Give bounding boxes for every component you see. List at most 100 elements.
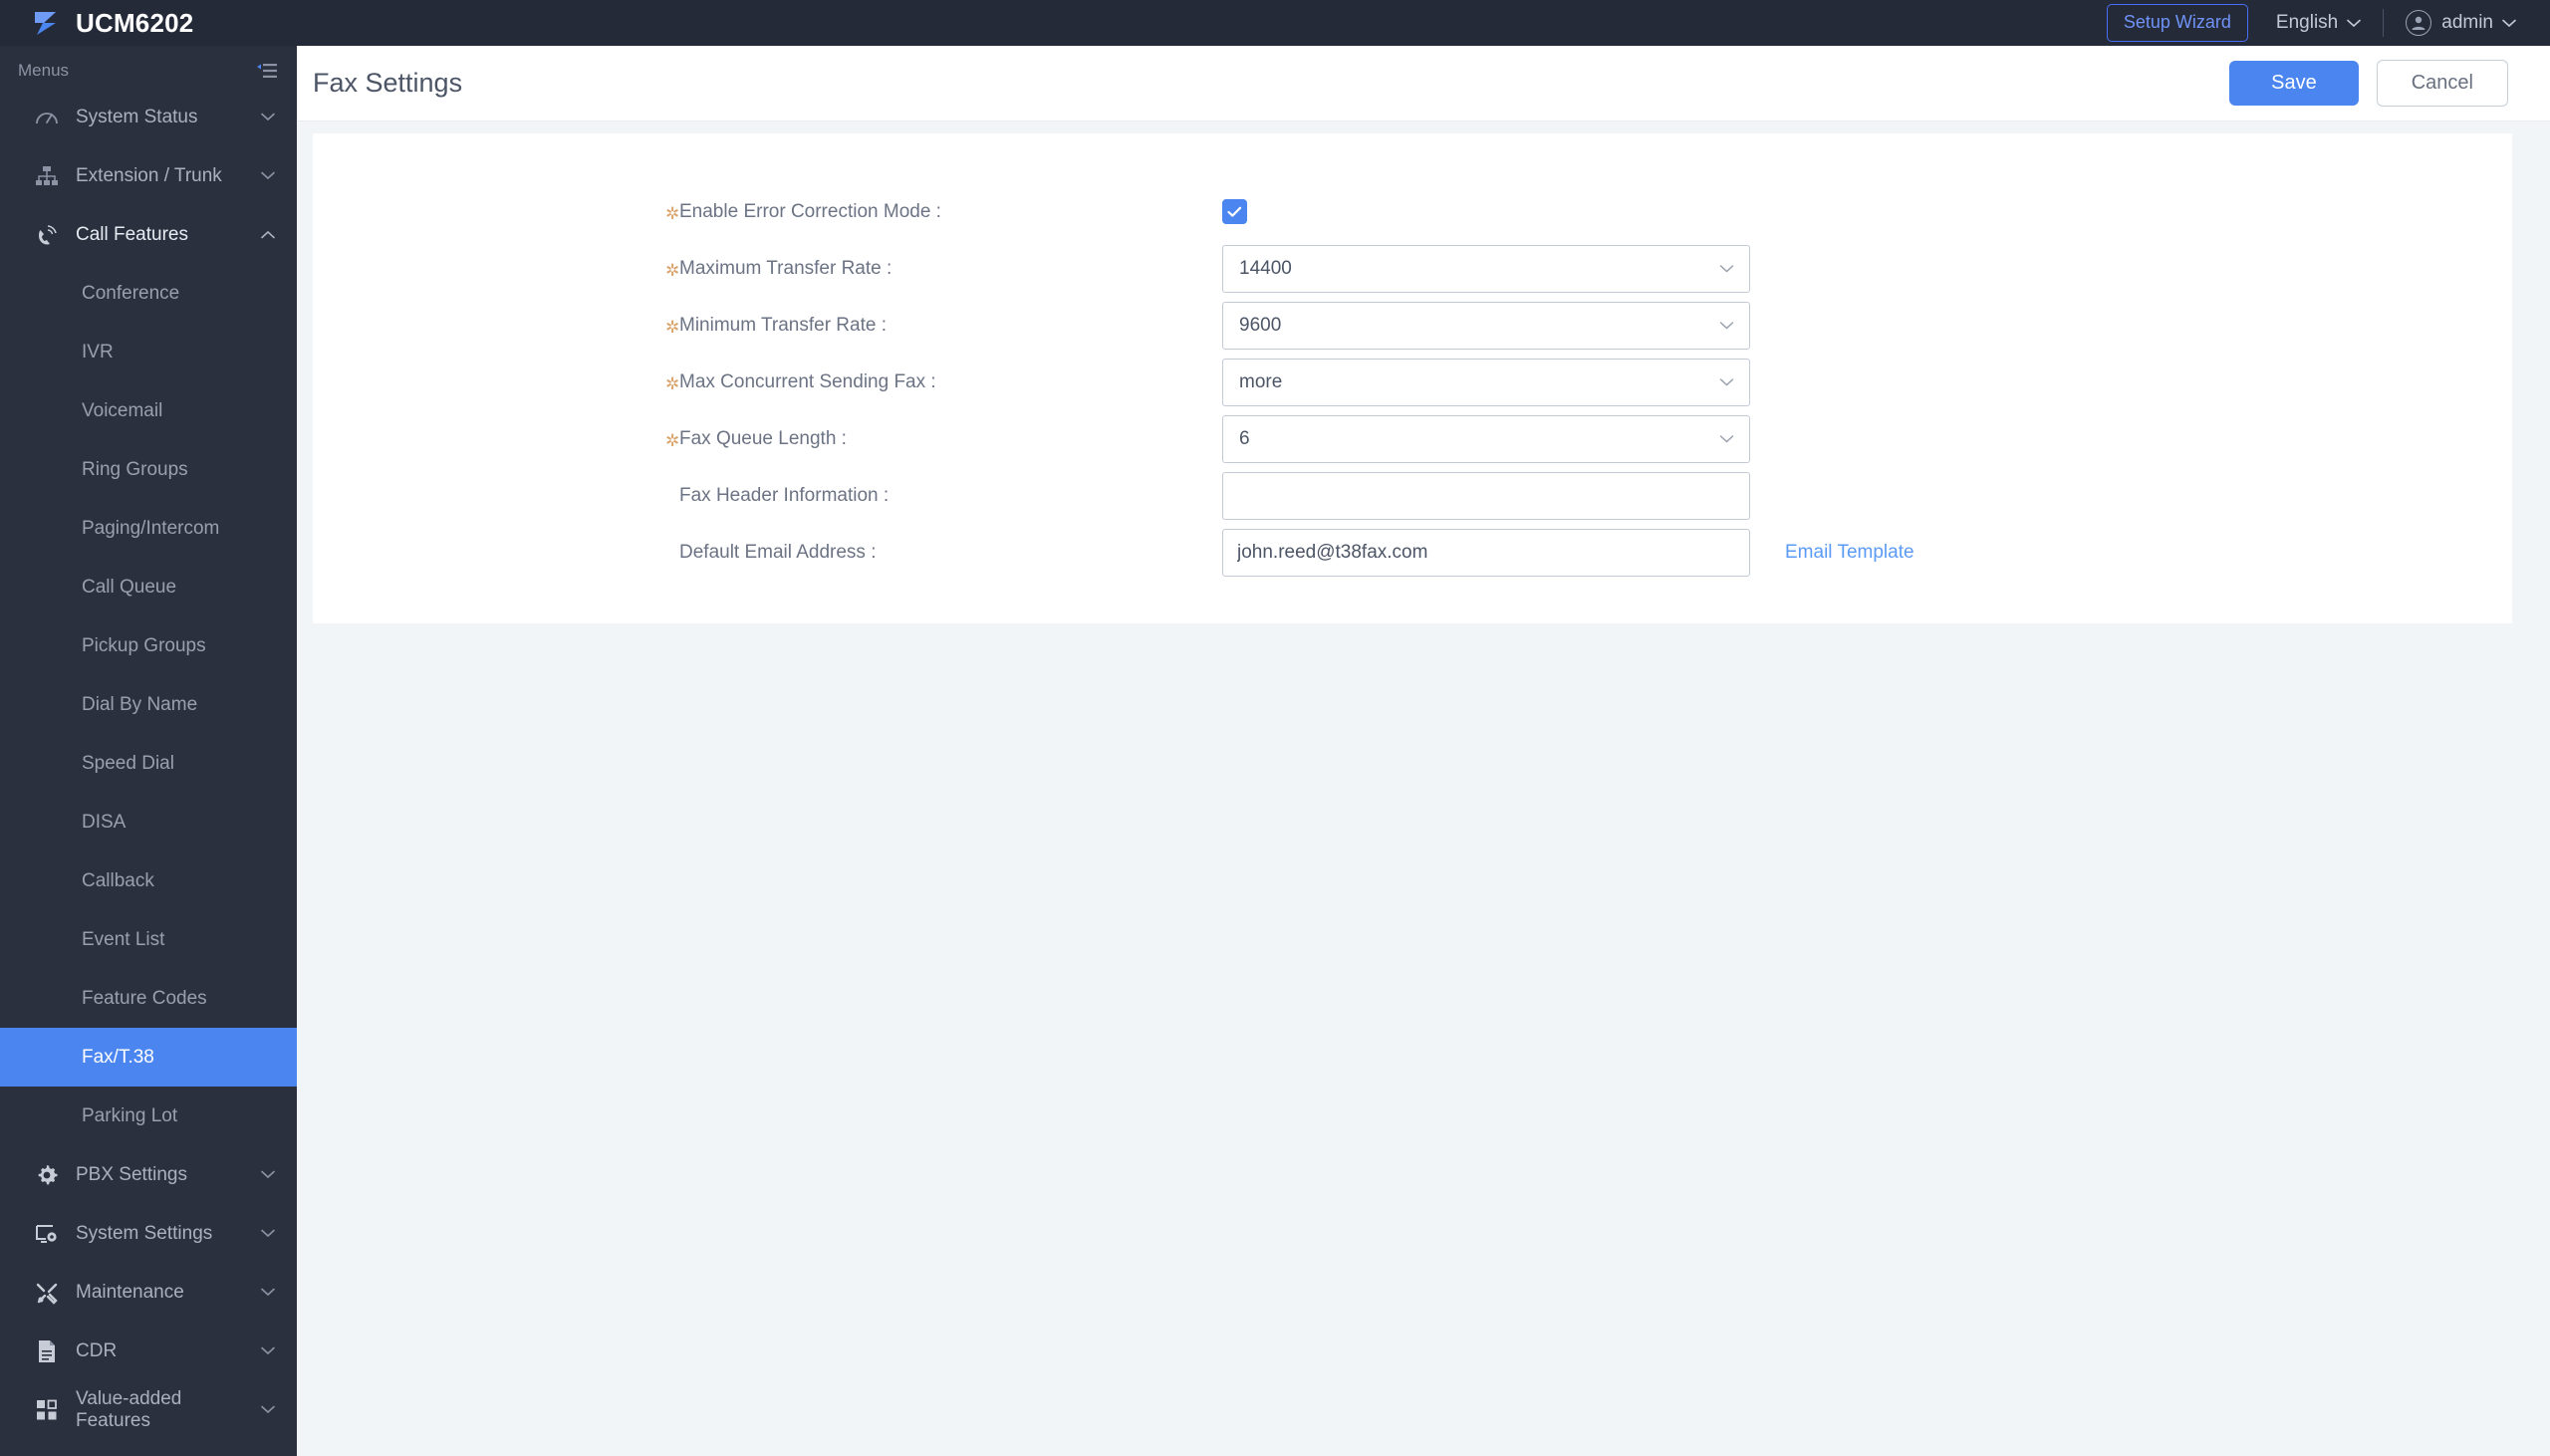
chevron-down-icon xyxy=(261,171,275,180)
field-control: more xyxy=(1222,358,1750,406)
form-row-enable-error-correction-mode: ✲ Enable Error Correction Mode : xyxy=(313,183,2512,240)
default-email-address-input[interactable] xyxy=(1222,528,1750,577)
sidebar-group-label: System Settings xyxy=(76,1222,213,1244)
sidebar-item-paging-intercom[interactable]: Paging/Intercom xyxy=(0,499,297,558)
content-header-actions: Save Cancel xyxy=(2229,60,2508,107)
brand: UCM6202 xyxy=(30,6,193,40)
chevron-down-icon xyxy=(1719,434,1734,443)
maximum-transfer-rate-select[interactable]: 14400 xyxy=(1222,244,1750,293)
save-button[interactable]: Save xyxy=(2229,61,2359,106)
form-row-minimum-transfer-rate: ✲ Minimum Transfer Rate : 9600 xyxy=(313,297,2512,354)
required-asterisk-icon: ✲ xyxy=(665,203,680,223)
sidebar-item-call-queue[interactable]: Call Queue xyxy=(0,558,297,616)
field-label: ✲ Max Concurrent Sending Fax : xyxy=(665,370,1222,393)
sidebar-group-extension-trunk[interactable]: Extension / Trunk xyxy=(0,146,297,205)
user-menu[interactable]: admin xyxy=(2406,10,2516,36)
form-row-default-email-address: Default Email Address : Email Template xyxy=(313,524,2512,581)
sidebar-item-ring-groups[interactable]: Ring Groups xyxy=(0,440,297,499)
sidebar-item-disa[interactable]: DISA xyxy=(0,793,297,851)
setup-wizard-button[interactable]: Setup Wizard xyxy=(2106,4,2248,42)
field-label: ✲ Enable Error Correction Mode : xyxy=(665,200,1222,223)
sidebar-item-fax-t38[interactable]: Fax/T.38 xyxy=(0,1028,297,1087)
chevron-down-icon xyxy=(261,1405,275,1414)
fax-queue-length-select[interactable]: 6 xyxy=(1222,414,1750,463)
language-label: English xyxy=(2275,12,2339,33)
fax-settings-panel: ✲ Enable Error Correction Mode : ✲ Maxim… xyxy=(313,133,2512,623)
content-header: Fax Settings Save Cancel xyxy=(297,46,2550,121)
sidebar-group-maintenance[interactable]: Maintenance xyxy=(0,1263,297,1322)
sidebar-item-dial-by-name[interactable]: Dial By Name xyxy=(0,675,297,734)
sidebar-group-call-features[interactable]: Call Features xyxy=(0,205,297,264)
field-label-text: Fax Header Information : xyxy=(679,484,890,506)
max-concurrent-sending-fax-select[interactable]: more xyxy=(1222,358,1750,406)
avatar xyxy=(2406,10,2432,36)
menu-collapse-icon[interactable] xyxy=(257,63,277,79)
sidebar-item-ivr[interactable]: IVR xyxy=(0,323,297,381)
sidebar-group-label: Value-added Features xyxy=(76,1387,182,1431)
language-selector[interactable]: English xyxy=(2275,12,2362,34)
phone-wave-icon xyxy=(32,222,62,248)
field-label: Default Email Address : xyxy=(679,542,1222,564)
sidebar-item-pickup-groups[interactable]: Pickup Groups xyxy=(0,616,297,675)
monitor-gear-icon xyxy=(32,1221,62,1247)
sidebar-group-system-status[interactable]: System Status xyxy=(0,88,297,146)
brand-title: UCM6202 xyxy=(76,7,194,38)
field-label: ✲ Minimum Transfer Rate : xyxy=(665,314,1222,337)
minimum-transfer-rate-select[interactable]: 9600 xyxy=(1222,301,1750,350)
main-content: Fax Settings Save Cancel ✲ Enable Error … xyxy=(297,46,2550,1456)
cancel-button[interactable]: Cancel xyxy=(2376,60,2508,107)
form-row-maximum-transfer-rate: ✲ Maximum Transfer Rate : 14400 xyxy=(313,240,2512,297)
chevron-down-icon xyxy=(261,113,275,121)
sidebar: Menus System Status Extension / Trunk Ca… xyxy=(0,46,297,1456)
field-control: 14400 xyxy=(1222,244,1750,293)
field-label-text: Minimum Transfer Rate : xyxy=(679,314,887,336)
sidebar-menus-header: Menus xyxy=(0,54,297,88)
chevron-down-icon xyxy=(1719,377,1734,386)
select-value: more xyxy=(1239,370,1283,392)
page-title: Fax Settings xyxy=(313,68,463,98)
sidebar-group-label: PBX Settings xyxy=(76,1163,187,1185)
sidebar-group-cdr[interactable]: CDR xyxy=(0,1322,297,1380)
field-label-text: Fax Queue Length : xyxy=(679,427,847,449)
select-value: 9600 xyxy=(1239,314,1282,336)
sidebar-item-feature-codes[interactable]: Feature Codes xyxy=(0,969,297,1028)
sidebar-item-conference[interactable]: Conference xyxy=(0,264,297,323)
sidebar-group-label: System Status xyxy=(76,106,198,127)
top-header-actions: Setup Wizard English admin xyxy=(2106,0,2516,46)
sidebar-group-pbx-settings[interactable]: PBX Settings xyxy=(0,1145,297,1204)
field-label: ✲ Fax Queue Length : xyxy=(665,427,1222,450)
sidebar-group-label: CDR xyxy=(76,1339,118,1361)
top-header-bar: UCM6202 Setup Wizard English admin xyxy=(0,0,2550,46)
email-template-link[interactable]: Email Template xyxy=(1785,542,1914,564)
gear-icon xyxy=(32,1162,62,1188)
chevron-down-icon xyxy=(2502,19,2516,28)
select-value: 14400 xyxy=(1239,257,1292,279)
chevron-down-icon xyxy=(261,1229,275,1238)
sidebar-item-event-list[interactable]: Event List xyxy=(0,910,297,969)
sidebar-item-speed-dial[interactable]: Speed Dial xyxy=(0,734,297,793)
enable-error-correction-mode-checkbox[interactable] xyxy=(1222,199,1247,224)
sidebar-item-voicemail[interactable]: Voicemail xyxy=(0,381,297,440)
sidebar-item-parking-lot[interactable]: Parking Lot xyxy=(0,1087,297,1145)
sidebar-group-system-settings[interactable]: System Settings xyxy=(0,1204,297,1263)
required-asterisk-icon: ✲ xyxy=(665,260,680,280)
sidebar-group-label: Extension / Trunk xyxy=(76,164,222,186)
header-divider xyxy=(2383,9,2385,37)
field-control: Email Template xyxy=(1222,528,1914,577)
grid-blocks-icon xyxy=(32,1397,62,1423)
field-label-text: Enable Error Correction Mode : xyxy=(679,200,941,222)
field-control: 6 xyxy=(1222,414,1750,463)
chevron-down-icon xyxy=(261,1346,275,1355)
document-icon xyxy=(32,1338,62,1364)
sidebar-group-value-added-features[interactable]: Value-added Features xyxy=(0,1380,297,1439)
chevron-up-icon xyxy=(261,230,275,239)
field-label: ✲ Maximum Transfer Rate : xyxy=(665,257,1222,280)
field-label-text: Maximum Transfer Rate : xyxy=(679,257,892,279)
sidebar-item-callback[interactable]: Callback xyxy=(0,851,297,910)
fax-header-information-input[interactable] xyxy=(1222,471,1750,520)
field-label: Fax Header Information : xyxy=(679,485,1222,507)
user-name-label: admin xyxy=(2441,12,2493,33)
tools-icon xyxy=(32,1280,62,1306)
field-label-text: Max Concurrent Sending Fax : xyxy=(679,370,936,392)
form-row-max-concurrent-sending-fax: ✲ Max Concurrent Sending Fax : more xyxy=(313,354,2512,410)
